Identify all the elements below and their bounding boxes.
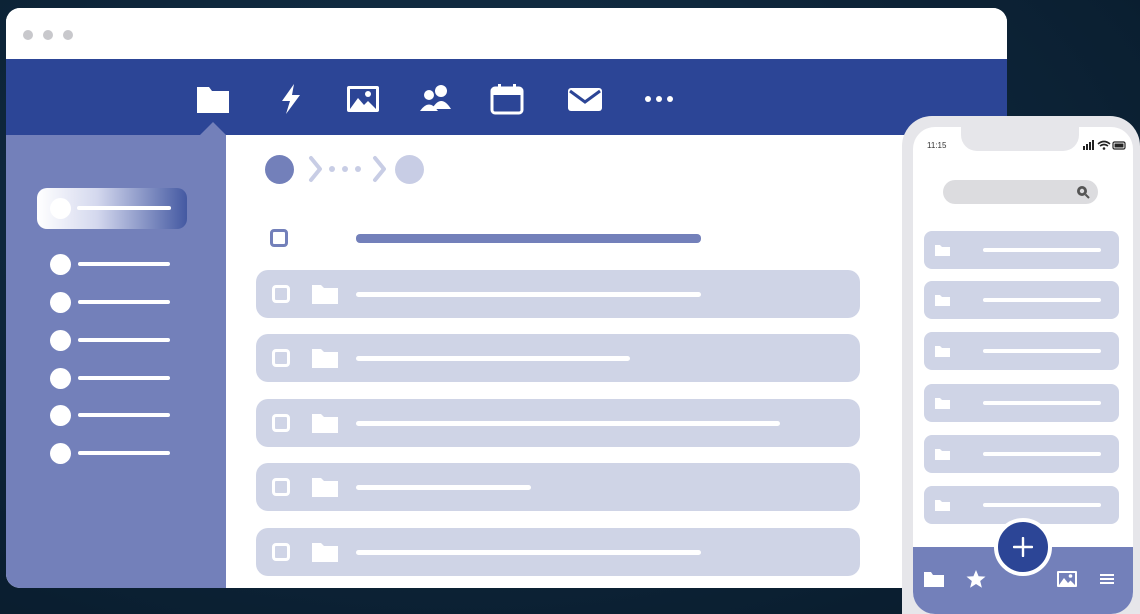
sidebar-item[interactable] <box>46 403 186 427</box>
more-icon[interactable] <box>641 83 677 115</box>
folder-icon <box>935 245 950 256</box>
sidebar-item-bullet <box>50 443 71 464</box>
sidebar-item-label-bar <box>78 451 170 455</box>
mail-icon[interactable] <box>567 83 603 115</box>
chevron-right-icon <box>373 156 386 182</box>
menu-icon[interactable] <box>1096 569 1118 589</box>
folder-icon <box>935 449 950 460</box>
row-name-bar <box>356 421 780 426</box>
main-content <box>226 135 1007 588</box>
status-icons <box>1083 140 1126 150</box>
sidebar-item-bullet <box>50 254 71 275</box>
row-name-bar <box>356 292 701 297</box>
contacts-icon[interactable] <box>417 83 453 115</box>
sidebar-item[interactable] <box>46 328 186 352</box>
row-checkbox[interactable] <box>272 543 290 561</box>
image-icon[interactable] <box>1056 569 1078 589</box>
star-icon[interactable] <box>965 569 987 589</box>
breadcrumb-current[interactable] <box>395 155 424 184</box>
folder-icon[interactable] <box>195 83 231 115</box>
title-bar <box>6 8 1007 59</box>
plus-icon <box>1013 537 1033 557</box>
window-close-dot[interactable] <box>23 30 33 40</box>
sidebar-item[interactable] <box>46 252 186 276</box>
list-item[interactable] <box>924 231 1119 269</box>
wifi-icon <box>1097 140 1111 150</box>
sidebar-item[interactable] <box>46 366 186 390</box>
sidebar-item-bullet <box>50 405 71 426</box>
sidebar <box>6 135 226 588</box>
folder-icon <box>312 349 338 368</box>
list-item[interactable] <box>924 384 1119 422</box>
row-checkbox[interactable] <box>272 285 290 303</box>
list-header <box>256 225 860 251</box>
select-all-checkbox[interactable] <box>270 229 288 247</box>
calendar-icon[interactable] <box>489 83 525 115</box>
phone-device: 11:15 <box>902 116 1140 614</box>
row-checkbox[interactable] <box>272 349 290 367</box>
add-button[interactable] <box>994 518 1052 576</box>
search-input[interactable] <box>943 180 1098 204</box>
list-item[interactable] <box>924 435 1119 473</box>
phone-screen: 11:15 <box>913 127 1133 614</box>
sidebar-item-label-bar <box>78 300 170 304</box>
table-row[interactable] <box>256 334 860 382</box>
sidebar-item-bullet <box>50 292 71 313</box>
table-row[interactable] <box>256 463 860 511</box>
folder-icon <box>312 285 338 304</box>
row-checkbox[interactable] <box>272 414 290 432</box>
folder-icon <box>935 346 950 357</box>
sidebar-item-label-bar <box>78 376 170 380</box>
list-item-name-bar <box>983 248 1101 252</box>
breadcrumb-root[interactable] <box>265 155 294 184</box>
active-nav-indicator <box>200 122 226 135</box>
lightning-icon[interactable] <box>273 83 309 115</box>
table-row[interactable] <box>256 399 860 447</box>
desktop-window <box>6 8 1007 588</box>
sidebar-item-bullet <box>50 198 71 219</box>
sidebar-item-active[interactable] <box>37 188 187 229</box>
folder-icon <box>312 414 338 433</box>
list-item-name-bar <box>983 349 1101 353</box>
folder-icon <box>312 543 338 562</box>
ellipsis-icon <box>329 166 361 172</box>
search-icon <box>1077 186 1090 199</box>
phone-notch <box>961 127 1079 151</box>
sidebar-item-label-bar <box>77 206 171 210</box>
row-checkbox[interactable] <box>272 478 290 496</box>
sidebar-item-bullet <box>50 330 71 351</box>
row-name-bar <box>356 485 531 490</box>
signal-icon <box>1083 140 1094 150</box>
folder-icon[interactable] <box>923 569 945 589</box>
row-name-bar <box>356 356 630 361</box>
sidebar-item-label-bar <box>78 262 170 266</box>
column-header-bar <box>356 234 701 243</box>
sidebar-item-label-bar <box>78 413 170 417</box>
top-nav-bar <box>6 59 1007 135</box>
sidebar-item-bullet <box>50 368 71 389</box>
folder-icon <box>312 478 338 497</box>
window-maximize-dot[interactable] <box>63 30 73 40</box>
chevron-right-icon <box>309 156 322 182</box>
folder-icon <box>935 398 950 409</box>
list-item[interactable] <box>924 281 1119 319</box>
list-item-name-bar <box>983 503 1101 507</box>
sidebar-item[interactable] <box>46 441 186 465</box>
folder-icon <box>935 295 950 306</box>
window-minimize-dot[interactable] <box>43 30 53 40</box>
sidebar-item-label-bar <box>78 338 170 342</box>
list-item-name-bar <box>983 452 1101 456</box>
battery-icon <box>1112 141 1126 150</box>
image-icon[interactable] <box>345 83 381 115</box>
list-item[interactable] <box>924 332 1119 370</box>
row-name-bar <box>356 550 701 555</box>
table-row[interactable] <box>256 270 860 318</box>
status-time: 11:15 <box>927 141 947 150</box>
list-item-name-bar <box>983 401 1101 405</box>
list-item-name-bar <box>983 298 1101 302</box>
sidebar-item[interactable] <box>46 290 186 314</box>
table-row[interactable] <box>256 528 860 576</box>
folder-icon <box>935 500 950 511</box>
